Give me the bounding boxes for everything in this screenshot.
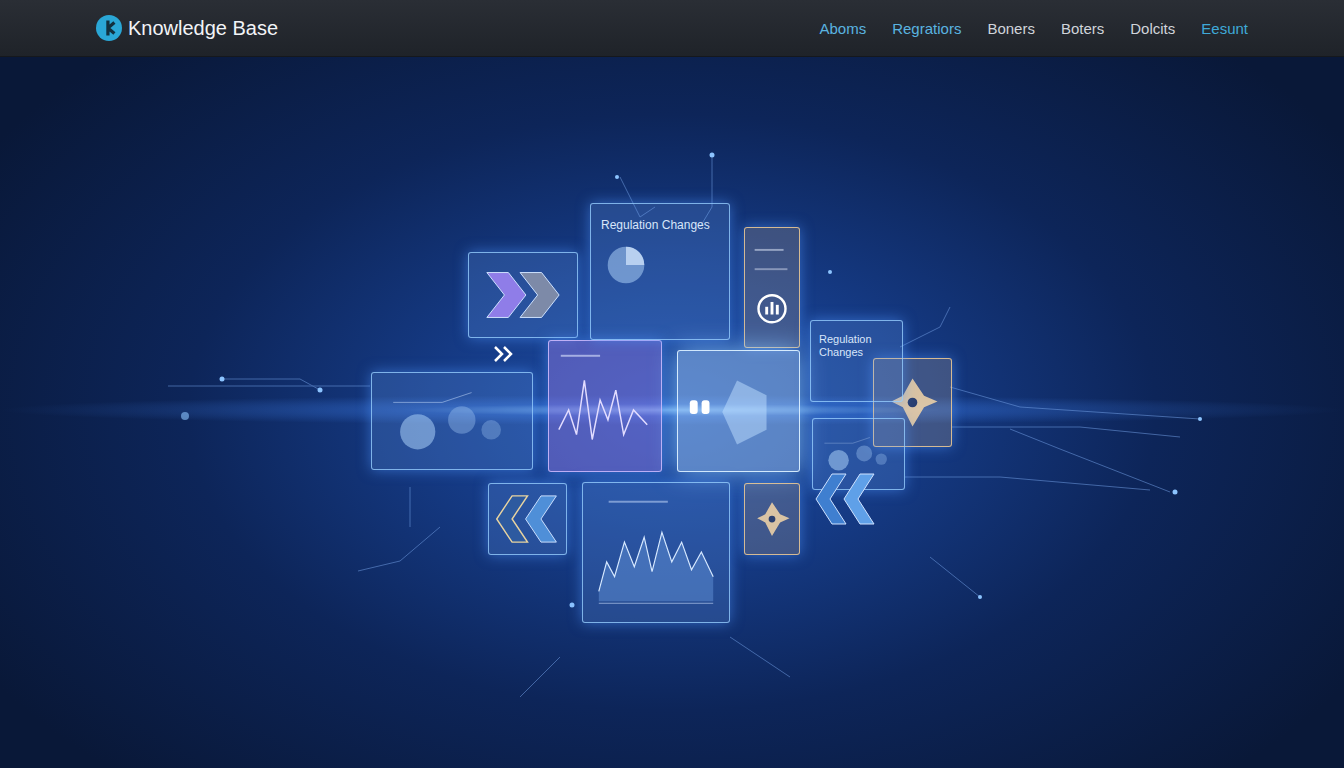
circuit-lines: [0, 57, 1344, 768]
wave-chart-icon: [549, 341, 661, 471]
nav-item[interactable]: Boners: [987, 20, 1035, 37]
nav-item[interactable]: Regratiors: [892, 20, 961, 37]
chevron-left-icon: [812, 470, 878, 528]
light-streak: [0, 395, 1344, 425]
illustration-panel: [371, 372, 533, 470]
page: Knowledge Base Aboms Regratiors Boners Boter…: [0, 0, 1344, 768]
top-bar: Knowledge Base Aboms Regratiors Boners Boter…: [0, 0, 1344, 57]
regulation-panel: Regulation Changes: [810, 320, 903, 402]
pie-chart-icon: [372, 373, 532, 469]
nav-item[interactable]: Aboms: [820, 20, 867, 37]
panel-title: Regulation Changes: [601, 218, 710, 232]
main-nav: Aboms Regratiors Boners Boters Dolcits Eesunt: [820, 20, 1249, 37]
brand-title: Knowledge Base: [128, 17, 278, 40]
glow-shape-icon: [678, 351, 799, 471]
regulation-panel: Regulation Changes: [590, 203, 730, 340]
brand[interactable]: Knowledge Base: [96, 15, 278, 41]
bar-chart-icon: [745, 228, 799, 347]
logo-icon: [96, 15, 122, 41]
illustration-panel: [582, 482, 730, 623]
illustration-panel: [744, 227, 800, 348]
hero-illustration: Regulation Changes Regulation Changes: [0, 57, 1344, 768]
panel-title: Regulation Changes: [819, 333, 894, 359]
chevron-left-icon: [489, 484, 566, 554]
illustration-panel: [468, 252, 578, 338]
area-chart-icon: [583, 483, 729, 622]
nav-item[interactable]: Boters: [1061, 20, 1104, 37]
pie-chart-icon: [601, 240, 651, 290]
nav-item[interactable]: Dolcits: [1130, 20, 1175, 37]
illustration-panel: [548, 340, 662, 472]
illustration-panel: [677, 350, 800, 472]
amber-shape-icon: [745, 484, 799, 554]
nav-item[interactable]: Eesunt: [1201, 20, 1248, 37]
double-chevron-icon: [492, 344, 516, 364]
illustration-panel: [744, 483, 800, 555]
illustration-panel: [488, 483, 567, 555]
chevron-right-icon: [469, 253, 577, 337]
